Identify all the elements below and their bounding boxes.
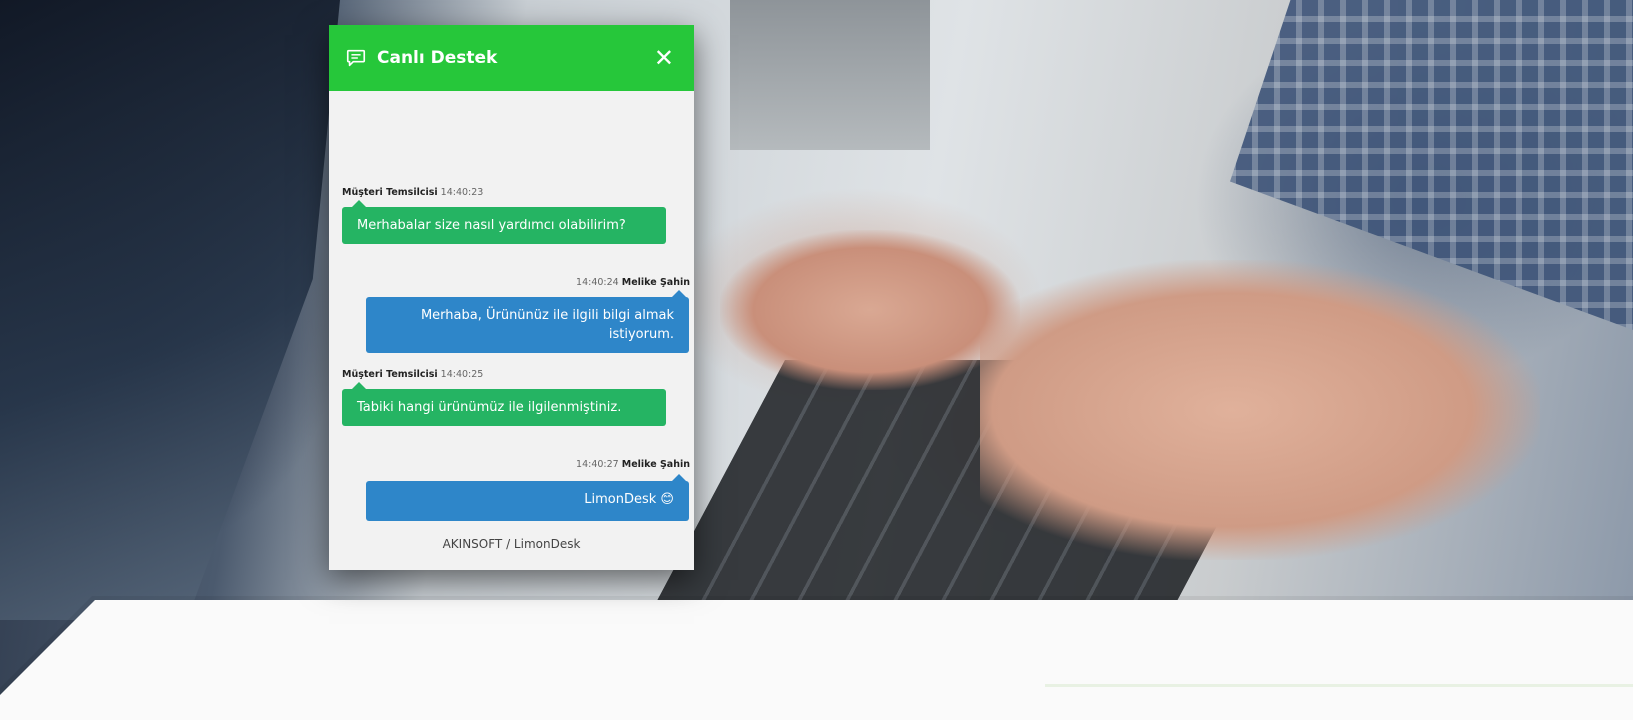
message-list: Müşteri Temsilcisi 14:40:23 Merhabalar s… xyxy=(329,91,694,570)
message-bubble-agent: Merhabalar size nasıl yardımcı olabiliri… xyxy=(342,200,666,244)
message-sender: Melike Şahin xyxy=(621,459,690,470)
message-text: LimonDesk 😊 xyxy=(584,492,674,507)
message-text: Tabiki hangi ürünümüz ile ilgilenmiştini… xyxy=(357,400,622,415)
message-sender: Melike Şahin xyxy=(621,277,690,288)
message-time: 14:40:23 xyxy=(440,187,484,198)
background-hand-right xyxy=(980,260,1540,560)
message-bubble-user: Merhaba, Ürününüz ile ilgili bilgi almak… xyxy=(366,290,689,353)
message-bubble-agent: Tabiki hangi ürünümüz ile ilgilenmiştini… xyxy=(342,382,666,426)
message-meta: 14:40:24 Melike Şahin xyxy=(576,277,690,288)
message-meta: 14:40:27 Melike Şahin xyxy=(576,459,690,470)
message-time: 14:40:25 xyxy=(440,369,484,380)
message-meta: Müşteri Temsilcisi 14:40:23 xyxy=(342,187,483,198)
background-screen xyxy=(730,0,930,150)
message-sender: Müşteri Temsilcisi xyxy=(342,369,438,380)
message-text: Merhabalar size nasıl yardımcı olabiliri… xyxy=(357,218,626,233)
background-hand-left xyxy=(720,230,1020,390)
chat-title: Canlı Destek xyxy=(377,48,498,68)
live-support-chat-window: Canlı Destek ✕ Müşteri Temsilcisi 14:40:… xyxy=(329,25,694,570)
message-meta: Müşteri Temsilcisi 14:40:25 xyxy=(342,369,483,380)
bottom-accent-line xyxy=(1045,684,1633,687)
message-sender: Müşteri Temsilcisi xyxy=(342,187,438,198)
message-bubble-user: LimonDesk 😊 xyxy=(366,474,689,521)
message-time: 14:40:27 xyxy=(576,459,619,470)
close-icon[interactable]: ✕ xyxy=(654,46,674,70)
chat-footer-brand: AKINSOFT / LimonDesk xyxy=(442,537,581,551)
chat-header: Canlı Destek ✕ xyxy=(329,25,694,91)
message-text: Merhaba, Ürününüz ile ilgili bilgi almak… xyxy=(420,308,674,342)
message-time: 14:40:24 xyxy=(576,277,619,288)
chat-bubble-icon xyxy=(346,49,366,67)
bottom-band xyxy=(0,600,1633,720)
